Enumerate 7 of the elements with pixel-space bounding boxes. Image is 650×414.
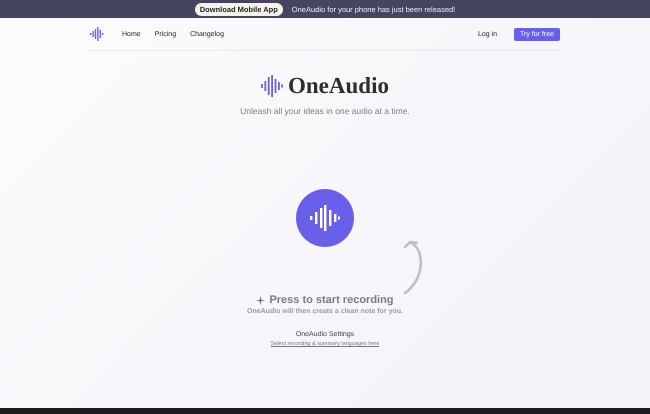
record-prompt: Press to start recording [269, 294, 394, 306]
app-title: OneAudio [288, 73, 389, 99]
sparkle-icon [256, 296, 266, 304]
tagline: Unleash all your ideas in one audio at a time. [240, 106, 410, 116]
waveform-logo-icon [261, 75, 283, 97]
waveform-icon [310, 205, 340, 231]
waveform-logo-icon[interactable] [90, 27, 104, 41]
